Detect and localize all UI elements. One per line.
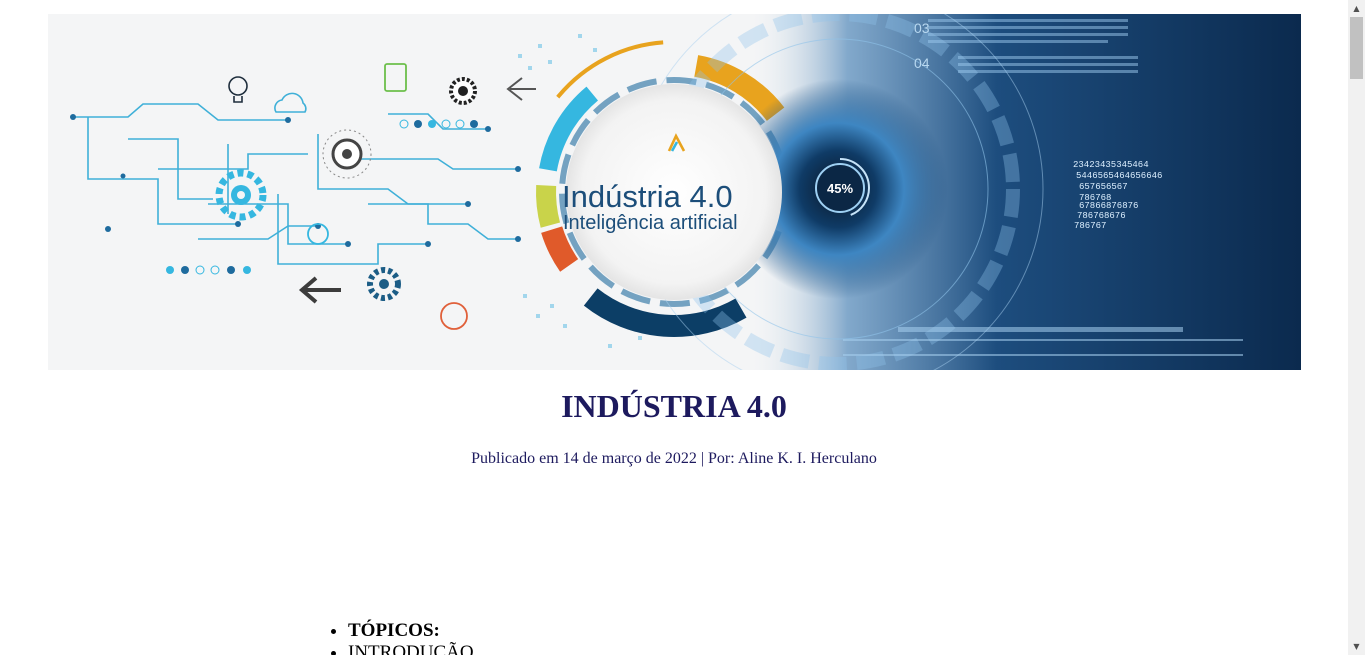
scrollbar-thumb[interactable] [1350, 17, 1363, 79]
hud-label: 04 [914, 55, 930, 71]
scroll-down-icon[interactable]: ▼ [1348, 638, 1365, 655]
banner-title-text: Indústria 4.0 [562, 179, 733, 214]
scroll-up-icon[interactable]: ▲ [1348, 0, 1365, 17]
vertical-scrollbar[interactable]: ▲ ▼ [1348, 0, 1365, 655]
hud-number: 23423435345464 [1073, 160, 1149, 170]
hud-label: 03 [914, 20, 930, 36]
article-title: INDÚSTRIA 4.0 [561, 388, 787, 424]
hud-number: 786767 [1074, 221, 1106, 231]
article-byline: Publicado em 14 de março de 2022 | Por: … [471, 450, 877, 467]
hud-number: 657656567 [1079, 182, 1128, 192]
banner-subtitle-text: Inteligência artificial [563, 212, 738, 234]
hud-number: 786768676 [1077, 211, 1126, 221]
hud-number: 67866876876 [1079, 201, 1138, 211]
small-gear-icon [449, 77, 477, 105]
gauge-label: 45% [827, 181, 853, 196]
hud-number: 5446565464656646 [1076, 171, 1162, 181]
page: Indústria 4.0 Inteligência artificial 45… [0, 0, 1348, 655]
list-item-introducao[interactable]: INTRODUÇÃO [348, 642, 474, 655]
topics-list: TÓPICOS: INTRODUÇÃO [308, 620, 474, 655]
list-item-topics-heading: TÓPICOS: [348, 620, 474, 642]
hero-banner-image: Indústria 4.0 Inteligência artificial 45… [48, 14, 1301, 370]
